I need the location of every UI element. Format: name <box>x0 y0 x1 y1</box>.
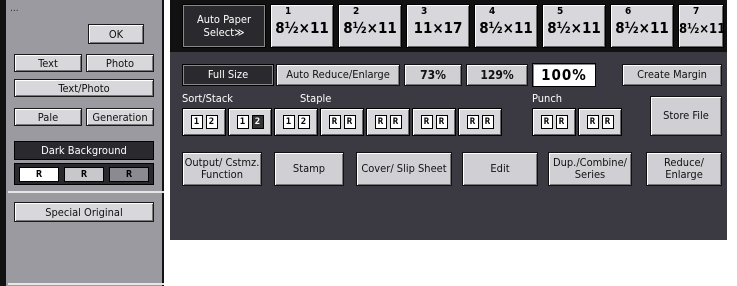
staple-icon: R <box>481 115 494 129</box>
paper-tray-5[interactable]: 5 8½×11 <box>542 4 606 48</box>
store-file-button[interactable]: Store File <box>650 96 722 136</box>
stack-icon: 1 <box>282 115 295 129</box>
staple-icon: R <box>435 115 448 129</box>
paper-select-row: Auto Paper Select≫ 1 8½×11 2 8½×11 3 11×… <box>170 0 727 52</box>
sort-stack-label: Sort/Stack <box>182 92 234 105</box>
full-size-button[interactable]: Full Size <box>182 64 274 86</box>
punch-icon: R <box>586 115 599 129</box>
rotate-sort-button[interactable]: 12 <box>228 108 272 136</box>
output-customize-function-button[interactable]: Output/ Cstmz. Function <box>182 152 262 186</box>
staple-double-button[interactable]: RR <box>458 108 502 136</box>
paper-tray-2[interactable]: 2 8½×11 <box>338 4 402 48</box>
stack-icon: 2 <box>297 115 310 129</box>
preset-73-button[interactable]: 73% <box>404 64 462 86</box>
tray-number: 4 <box>489 6 497 17</box>
tray-number: 3 <box>421 6 429 17</box>
staple-icon: R <box>466 115 479 129</box>
density-selector: R R R <box>14 163 154 185</box>
auto-paper-select-label: Auto Paper Select≫ <box>196 13 252 39</box>
density-light[interactable]: R <box>19 167 59 182</box>
tray-number: 2 <box>353 6 361 17</box>
staple-top-left-button[interactable]: RR <box>320 108 364 136</box>
paper-tray-6[interactable]: 6 8½×11 <box>610 4 674 48</box>
paper-size: 8½×11 <box>547 19 601 37</box>
staple-icon: R <box>420 115 433 129</box>
create-margin-button[interactable]: Create Margin <box>622 64 722 86</box>
ratio-display: 100% <box>532 63 596 87</box>
paper-tray-1[interactable]: 1 8½×11 <box>270 4 334 48</box>
density-medium[interactable]: R <box>64 167 104 182</box>
special-original-button[interactable]: Special Original <box>14 202 154 222</box>
cover-slip-sheet-button[interactable]: Cover/ Slip Sheet <box>356 152 452 186</box>
status-area <box>170 240 727 286</box>
tray-number: 5 <box>557 6 565 17</box>
punch-3-hole-button[interactable]: RR <box>578 108 622 136</box>
staple-top-right-button[interactable]: RR <box>412 108 456 136</box>
paper-tray-3[interactable]: 3 11×17 <box>406 4 470 48</box>
staple-top-left-slant-button[interactable]: RR <box>366 108 410 136</box>
sort-icon: 2 <box>205 115 218 129</box>
density-dark[interactable]: R <box>109 167 149 182</box>
paper-size: 8½×11 <box>615 19 669 37</box>
pale-button[interactable]: Pale <box>14 108 82 126</box>
paper-size: 8½×11 <box>343 19 397 37</box>
tray-number: 1 <box>285 6 293 17</box>
stamp-button[interactable]: Stamp <box>274 152 344 186</box>
paper-tray-4[interactable]: 4 8½×11 <box>474 4 538 48</box>
rotate-sort-icon: 2 <box>251 115 264 129</box>
tray-number: 7 <box>693 6 701 17</box>
auto-paper-select-button[interactable]: Auto Paper Select≫ <box>182 4 266 48</box>
punch-label: Punch <box>532 92 563 105</box>
sort-button[interactable]: 12 <box>182 108 226 136</box>
generation-button[interactable]: Generation <box>86 108 154 126</box>
edit-button[interactable]: Edit <box>462 152 538 186</box>
ok-button[interactable]: OK <box>88 24 144 44</box>
punch-icon: R <box>601 115 614 129</box>
text-button[interactable]: Text <box>14 54 82 72</box>
dark-background-button[interactable]: Dark Background <box>14 141 154 160</box>
stack-button[interactable]: 12 <box>274 108 318 136</box>
rotate-sort-icon: 1 <box>236 115 249 129</box>
tray-number: 6 <box>625 6 633 17</box>
dup-combine-series-button[interactable]: Dup./Combine/ Series <box>548 152 632 186</box>
staple-icon: R <box>374 115 387 129</box>
preset-129-button[interactable]: 129% <box>466 64 528 86</box>
auto-reduce-enlarge-button[interactable]: Auto Reduce/Enlarge <box>276 64 400 86</box>
copy-settings-panel: Auto Paper Select≫ 1 8½×11 2 8½×11 3 11×… <box>170 0 737 240</box>
copier-screen: ... OK Text Photo Text/Photo Pale Genera… <box>0 0 737 286</box>
panel-partial-label: ... <box>10 3 19 14</box>
paper-size: 8½×11 <box>679 22 726 37</box>
photo-button[interactable]: Photo <box>86 54 154 72</box>
paper-size: 11×17 <box>413 19 463 37</box>
staple-icon: R <box>328 115 341 129</box>
paper-tray-7[interactable]: 7 8½×11 <box>678 4 726 48</box>
punch-icon: R <box>540 115 553 129</box>
reduce-enlarge-button[interactable]: Reduce/ Enlarge <box>646 152 722 186</box>
staple-icon: R <box>389 115 402 129</box>
original-type-panel: ... OK Text Photo Text/Photo Pale Genera… <box>0 0 164 286</box>
paper-size: 8½×11 <box>479 19 533 37</box>
sort-icon: 1 <box>190 115 203 129</box>
divider <box>8 191 164 193</box>
punch-icon: R <box>555 115 568 129</box>
divider <box>8 283 164 285</box>
text-photo-button[interactable]: Text/Photo <box>14 79 154 97</box>
punch-2-hole-button[interactable]: RR <box>532 108 576 136</box>
paper-size: 8½×11 <box>275 19 329 37</box>
staple-label: Staple <box>300 92 332 105</box>
staple-icon: R <box>343 115 356 129</box>
